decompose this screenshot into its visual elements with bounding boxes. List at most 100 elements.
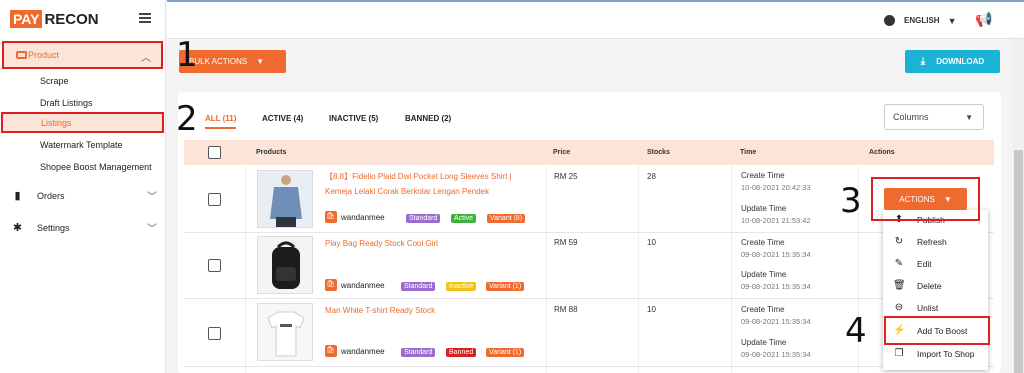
menu-item-delete[interactable]: 🗑 Delete [893, 280, 942, 291]
columns-label: Columns [893, 112, 929, 122]
create-time-label: Create Time [741, 238, 785, 247]
download-button[interactable]: ⤓ DOWNLOAD [905, 50, 1000, 73]
product-thumbnail-bag[interactable] [257, 236, 313, 294]
badge-variant: Variant (1) [486, 282, 525, 291]
highlight-add-to-boost [884, 316, 990, 345]
row-divider [184, 366, 994, 367]
badge-status: Banned [446, 348, 477, 357]
menu-item-refresh[interactable]: ↻ Refresh [893, 236, 947, 247]
price-cell: RM 25 [554, 172, 578, 181]
product-name-link[interactable]: Play Bag Ready Stock Cool Girl [325, 236, 545, 251]
stock-cell: 28 [647, 172, 656, 181]
sidebar-subitem-watermark-template[interactable]: Watermark Template [40, 140, 123, 150]
unlist-icon: ⊖ [894, 302, 904, 313]
create-time-value: 10-08-2021 20:42:33 [741, 183, 811, 192]
download-label: DOWNLOAD [936, 57, 985, 66]
hamburger-icon[interactable] [139, 13, 151, 25]
chevron-down-icon: ﹀ [147, 192, 157, 203]
shop-name: 🛍 wandanmee [325, 345, 385, 357]
shop-label: wandanmee [341, 212, 385, 222]
refresh-icon: ↻ [894, 236, 904, 247]
sidebar-subitem-draft-listings[interactable]: Draft Listings [40, 98, 93, 108]
sidebar-item-label: Orders [37, 190, 65, 201]
sidebar-subitem-listings[interactable]: Listings [1, 112, 164, 133]
header-price: Price [553, 149, 571, 156]
menu-item-unlist[interactable]: ⊖ Unlist [893, 302, 938, 313]
product-name-link[interactable]: 【8.8】Fidelio Plaid Dwi Pocket Long Sleev… [325, 169, 545, 199]
menu-item-import-to-shop[interactable]: ❐ Import To Shop [893, 348, 975, 359]
clipboard-icon: ▮ [14, 190, 21, 202]
badge-standard: Standard [401, 348, 436, 357]
tab-banned[interactable]: BANNED (2) [405, 114, 451, 123]
bag-image [258, 237, 312, 293]
language-label: ENGLISH [904, 16, 940, 25]
tshirt-image [258, 304, 312, 360]
create-time-label: Create Time [741, 171, 785, 180]
shop-label: wandanmee [341, 346, 385, 356]
menu-item-label: Refresh [917, 236, 947, 247]
scrollbar-thumb[interactable] [1014, 150, 1023, 373]
update-time-value: 10-08-2021 21:53:42 [741, 216, 811, 225]
sidebar-item-orders[interactable]: ▮ Orders ﹀ [12, 188, 157, 203]
product-thumbnail-tshirt[interactable] [257, 303, 313, 361]
trash-icon: 🗑 [893, 280, 906, 291]
badge-standard: Standard [406, 214, 441, 223]
create-time-value: 09-08-2021 15:35:34 [741, 250, 811, 259]
sidebar-item-label: Product [28, 50, 60, 60]
sidebar-subitem-scrape[interactable]: Scrape [40, 76, 69, 86]
product-name-line2: Kemeja Lelaki Corak Berkolar Lengan Pend… [325, 187, 490, 196]
badge-standard: Standard [401, 282, 436, 291]
logo-recon: RECON [44, 10, 99, 28]
step-number-4: 4 [845, 311, 867, 351]
chevron-up-icon: ︿ [141, 53, 151, 64]
shirt-image [258, 171, 312, 227]
menu-item-edit[interactable]: ✎ Edit [893, 258, 932, 269]
price-cell: RM 88 [554, 305, 578, 314]
logo[interactable]: PAY RECON [10, 8, 99, 30]
megaphone-icon[interactable]: 📢 [975, 11, 992, 28]
badge-status: Inactive [446, 282, 477, 291]
product-name-link[interactable]: Man White T-shirt Ready Stock [325, 303, 545, 318]
caret-down-icon: ▼ [256, 57, 265, 66]
step-number-3: 3 [840, 181, 862, 221]
copy-icon: ❐ [894, 348, 904, 359]
sidebar-item-settings[interactable]: ✱ Settings ﹀ [12, 220, 157, 235]
inbox-icon [16, 51, 27, 59]
tab-all[interactable]: ALL (11) [205, 114, 237, 129]
row-checkbox[interactable] [208, 327, 221, 340]
caret-down-icon: ▼ [965, 112, 973, 122]
product-thumbnail-shirt[interactable] [257, 170, 313, 228]
shop-icon: 🛍 [325, 279, 337, 291]
update-time-label: Update Time [741, 338, 787, 347]
sidebar-subitem-shopee-boost[interactable]: Shopee Boost Management [40, 162, 152, 172]
price-cell: RM 59 [554, 238, 578, 247]
stock-cell: 10 [647, 238, 656, 247]
row-checkbox[interactable] [208, 259, 221, 272]
header-time: Time [740, 149, 757, 156]
header-products: Products [256, 149, 287, 156]
columns-select[interactable]: Columns ▼ [884, 104, 984, 130]
select-all-checkbox[interactable] [208, 146, 221, 159]
globe-icon [884, 15, 895, 26]
row-divider [184, 232, 994, 233]
header-stocks: Stocks [647, 149, 670, 156]
chevron-down-icon: ﹀ [147, 224, 157, 235]
update-time-label: Update Time [741, 204, 787, 213]
shop-name: 🛍 wandanmee [325, 211, 385, 223]
gear-icon: ✱ [12, 222, 23, 234]
sidebar-item-product[interactable]: Product ︿ [2, 41, 163, 69]
sidebar-subitem-label: Listings [41, 118, 72, 128]
shop-icon: 🛍 [325, 345, 337, 357]
tab-active[interactable]: ACTIVE (4) [262, 114, 303, 123]
caret-down-icon: ▼ [947, 15, 957, 26]
create-time-label: Create Time [741, 305, 785, 314]
create-time-value: 09-08-2021 15:35:34 [741, 317, 811, 326]
menu-item-label: Edit [917, 258, 932, 269]
row-checkbox[interactable] [208, 193, 221, 206]
tab-inactive[interactable]: INACTIVE (5) [329, 114, 378, 123]
language-select[interactable]: ENGLISH ▼ [884, 15, 956, 26]
stock-cell: 10 [647, 305, 656, 314]
edit-icon: ✎ [894, 258, 904, 269]
step-number-1: 1 [176, 35, 198, 75]
badge-variant: Variant (8) [487, 214, 526, 223]
